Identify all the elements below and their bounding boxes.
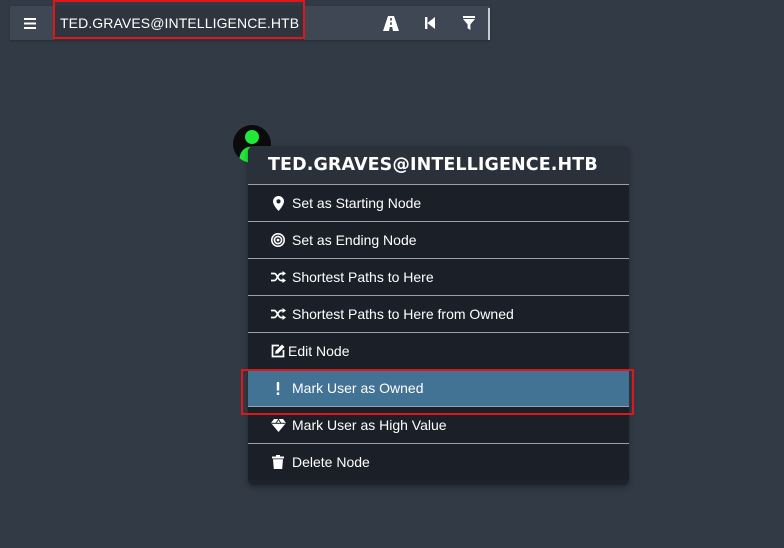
- diamond-icon: [270, 417, 286, 433]
- pathfinding-button[interactable]: [374, 6, 408, 40]
- back-button[interactable]: [413, 6, 447, 40]
- menu-item-mark-high-value[interactable]: Mark User as High Value: [248, 406, 629, 443]
- menu-item-label: Set as Starting Node: [292, 195, 422, 211]
- menu-item-shortest-paths-from-owned[interactable]: Shortest Paths to Here from Owned: [248, 295, 629, 332]
- search-bar: TED.GRAVES@INTELLIGENCE.HTB: [10, 6, 490, 40]
- trash-icon: [270, 454, 286, 470]
- menu-item-set-starting-node[interactable]: Set as Starting Node: [248, 184, 629, 221]
- menu-item-label: Shortest Paths to Here from Owned: [292, 306, 514, 322]
- menu-item-set-ending-node[interactable]: Set as Ending Node: [248, 221, 629, 258]
- back-icon: [425, 17, 435, 29]
- map-marker-icon: [270, 195, 286, 211]
- toolbar-divider: [488, 8, 490, 40]
- edit-icon: [270, 343, 286, 359]
- menu-item-label: Edit Node: [288, 343, 350, 359]
- exclamation-icon: [270, 380, 286, 396]
- filter-icon: [463, 16, 475, 30]
- menu-item-label: Mark User as Owned: [292, 380, 424, 396]
- menu-item-mark-owned[interactable]: Mark User as Owned: [248, 369, 629, 406]
- random-icon: [270, 306, 286, 322]
- menu-item-label: Mark User as High Value: [292, 417, 447, 433]
- menu-item-label: Delete Node: [292, 454, 370, 470]
- context-menu-title: TED.GRAVES@INTELLIGENCE.HTB: [248, 146, 629, 184]
- menu-item-edit-node[interactable]: Edit Node: [248, 332, 629, 369]
- hamburger-icon: [24, 17, 36, 29]
- random-icon: [270, 269, 286, 285]
- pathfinding-icon: [383, 15, 399, 31]
- hamburger-menu-button[interactable]: [10, 6, 50, 40]
- filter-button[interactable]: [452, 6, 486, 40]
- menu-item-delete-node[interactable]: Delete Node: [248, 443, 629, 480]
- bullseye-icon: [270, 232, 286, 248]
- menu-item-label: Shortest Paths to Here: [292, 269, 434, 285]
- search-input[interactable]: TED.GRAVES@INTELLIGENCE.HTB: [54, 6, 304, 40]
- menu-item-shortest-paths-to-here[interactable]: Shortest Paths to Here: [248, 258, 629, 295]
- menu-item-label: Set as Ending Node: [292, 232, 417, 248]
- node-context-menu: TED.GRAVES@INTELLIGENCE.HTB Set as Start…: [248, 146, 629, 485]
